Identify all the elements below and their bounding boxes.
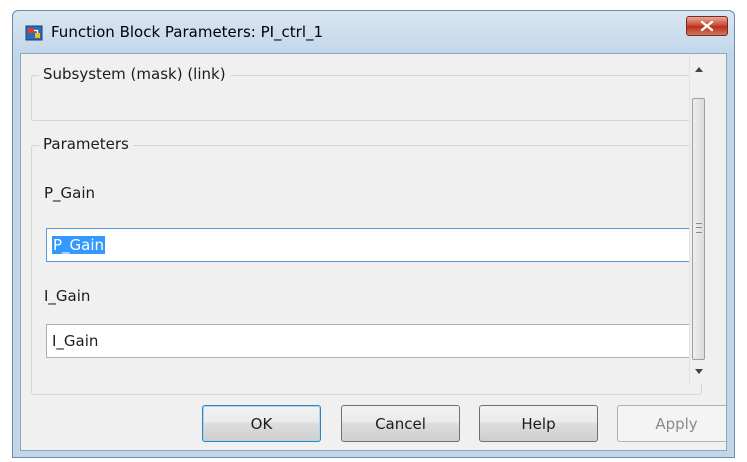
apply-button: Apply: [617, 405, 726, 442]
close-icon: [700, 20, 714, 32]
window-title: Function Block Parameters: PI_ctrl_1: [51, 23, 324, 41]
i-gain-label: I_Gain: [44, 287, 91, 305]
p-gain-value: P_Gain: [52, 236, 106, 254]
scroll-thumb[interactable]: [692, 98, 705, 360]
i-gain-input[interactable]: I_Gain: [46, 324, 694, 358]
cancel-button[interactable]: Cancel: [341, 405, 460, 442]
arrow-down-icon: [695, 368, 703, 374]
dialog-window: Function Block Parameters: PI_ctrl_1 Sub…: [12, 10, 735, 458]
help-button[interactable]: Help: [479, 405, 598, 442]
p-gain-label: P_Gain: [44, 184, 96, 202]
dialog-client-area: Subsystem (mask) (link) Parameters P_Gai…: [20, 53, 727, 451]
parameters-scroll-area: Subsystem (mask) (link) Parameters P_Gai…: [21, 54, 708, 395]
scroll-down-button[interactable]: [690, 362, 708, 380]
ok-button[interactable]: OK: [202, 405, 321, 442]
p-gain-input[interactable]: P_Gain: [46, 228, 694, 262]
simulink-block-icon: [25, 25, 43, 41]
parameters-legend: Parameters: [39, 135, 133, 153]
vertical-scrollbar[interactable]: [689, 54, 708, 384]
arrow-up-icon: [695, 66, 703, 72]
mask-header: Subsystem (mask) (link): [39, 65, 230, 83]
title-bar[interactable]: Function Block Parameters: PI_ctrl_1: [13, 11, 734, 53]
close-button[interactable]: [686, 16, 728, 36]
scroll-up-button[interactable]: [690, 60, 708, 78]
grip-icon: [696, 223, 702, 233]
i-gain-value: I_Gain: [52, 332, 99, 350]
